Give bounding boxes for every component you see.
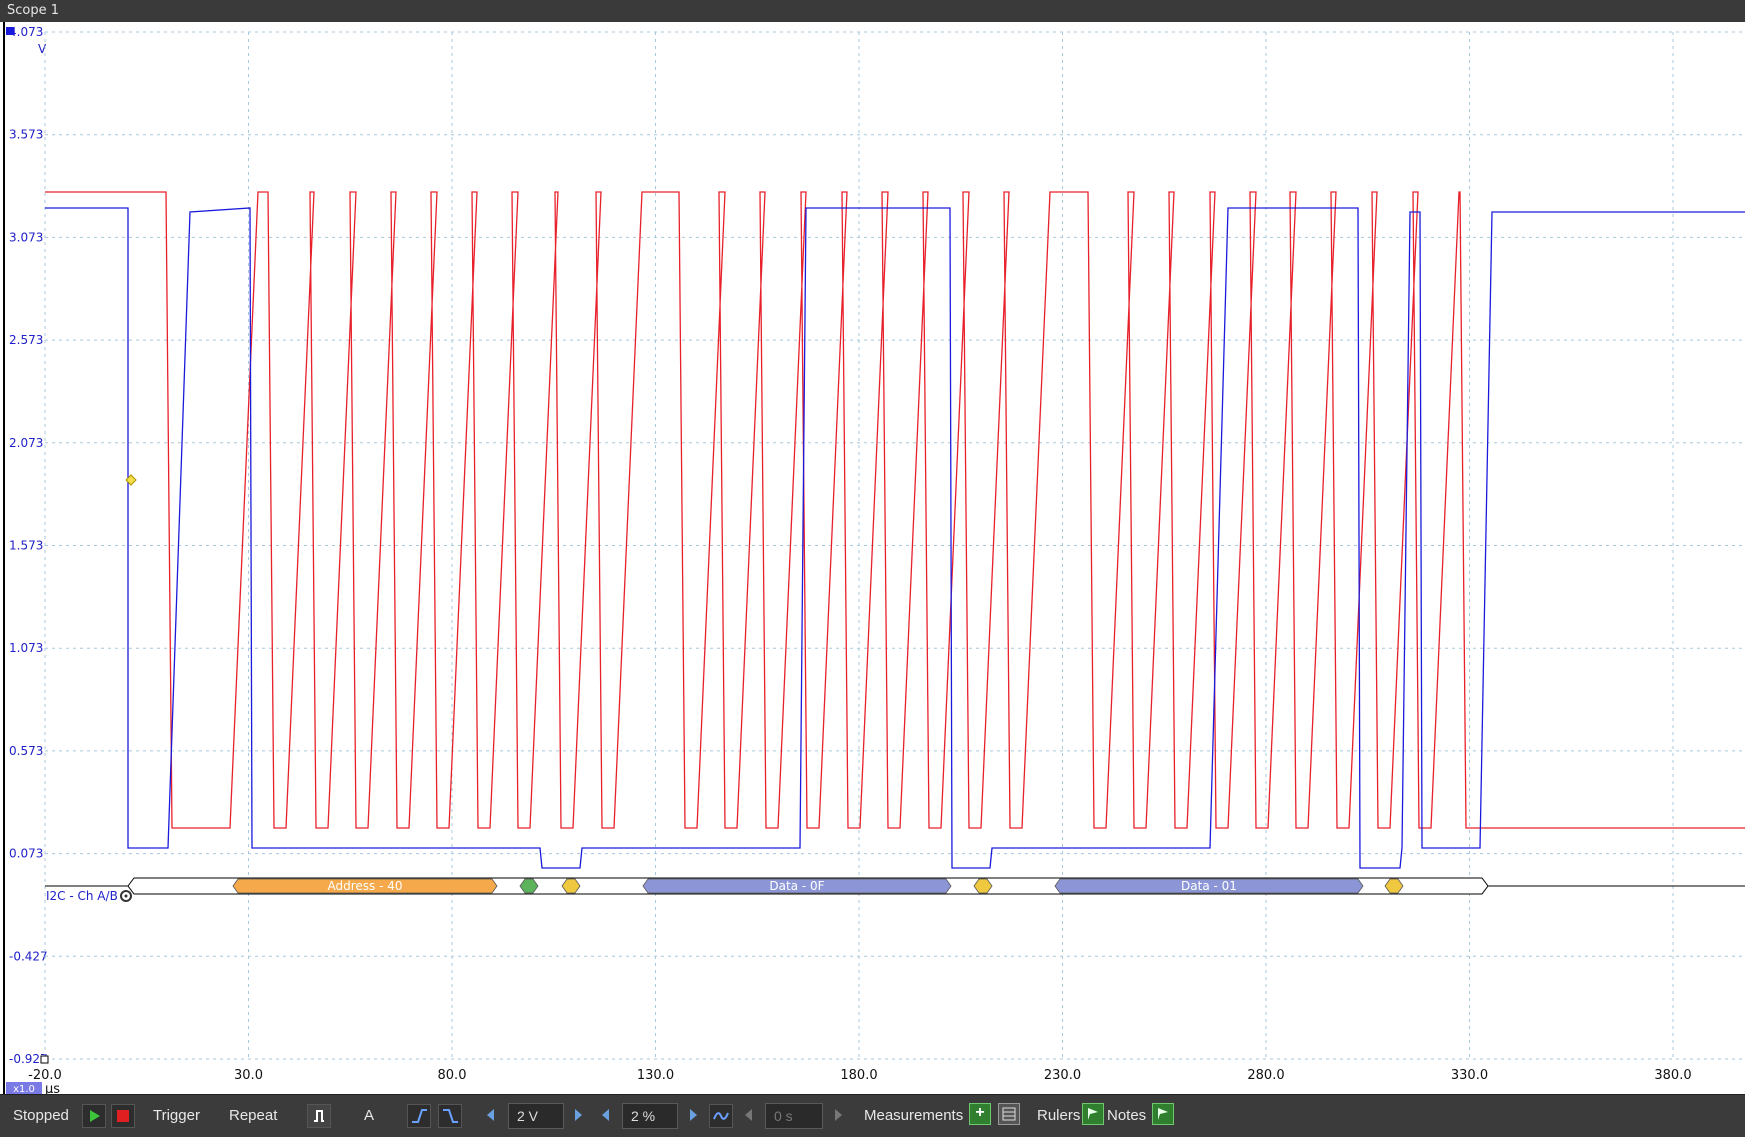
rulers-label: Rulers xyxy=(1037,1107,1081,1124)
x-tick-label: 330.0 xyxy=(1451,1068,1488,1083)
trigger-mode-dropdown[interactable]: Repeat xyxy=(229,1103,277,1129)
add-measurement-button[interactable]: + xyxy=(969,1103,991,1125)
measurements-label: Measurements xyxy=(864,1107,964,1124)
channel-axis-marker[interactable] xyxy=(6,27,14,35)
falling-edge-button[interactable] xyxy=(438,1104,462,1128)
x-tick-label: 180.0 xyxy=(840,1068,877,1083)
delay-increase-arrow-icon[interactable] xyxy=(835,1109,842,1121)
decoder-channel-label: I2C - Ch A/B xyxy=(46,889,118,903)
threshold-field[interactable]: 2 V xyxy=(508,1103,564,1129)
delay-field[interactable]: 0 s xyxy=(765,1103,823,1129)
stop-icon xyxy=(117,1110,129,1122)
trigger-settings-button[interactable] xyxy=(307,1104,331,1128)
trigger-channel-dropdown[interactable]: A xyxy=(364,1103,374,1129)
run-button[interactable] xyxy=(82,1104,106,1128)
pretrigger-increase-arrow-icon[interactable] xyxy=(690,1109,697,1121)
flag-icon xyxy=(1158,1108,1168,1120)
decoder-packet-label: Address - 40 xyxy=(327,879,402,893)
x-tick-label: 280.0 xyxy=(1247,1068,1284,1083)
measurements-table-button[interactable] xyxy=(998,1103,1020,1125)
y-tick-label: 2.073 xyxy=(9,436,43,450)
x-tick-label: 230.0 xyxy=(1044,1068,1081,1083)
threshold-decrease-arrow-icon[interactable] xyxy=(487,1109,494,1121)
flag-icon xyxy=(1088,1108,1098,1120)
y-tick-label: -0.427 xyxy=(9,949,48,963)
y-tick-label: 1.073 xyxy=(9,641,43,655)
decoder-packet-label: Data - 01 xyxy=(1181,879,1237,893)
bottom-toolbar: Stopped Trigger Repeat A 2 V 2 % 0 s Mea… xyxy=(0,1094,1745,1137)
axis-corner-marker xyxy=(40,1055,49,1064)
wave-icon xyxy=(713,1112,729,1120)
rising-edge-icon xyxy=(412,1109,427,1123)
y-tick-label: 4.073 xyxy=(9,25,43,39)
delay-mode-button[interactable] xyxy=(709,1104,733,1128)
window-titlebar: Scope 1 xyxy=(0,0,1745,22)
rising-edge-button[interactable] xyxy=(407,1104,431,1128)
status-label: Stopped xyxy=(13,1107,69,1124)
y-tick-label: 2.573 xyxy=(9,333,43,347)
y-tick-label: 0.073 xyxy=(9,847,43,861)
delay-decrease-arrow-icon[interactable] xyxy=(745,1109,752,1121)
y-tick-label: 0.573 xyxy=(9,744,43,758)
decoder-packet-label: Data - 0F xyxy=(769,879,824,893)
plus-icon: + xyxy=(975,1104,985,1121)
notes-button[interactable] xyxy=(1152,1103,1174,1125)
rulers-button[interactable] xyxy=(1082,1103,1104,1125)
scope-graph[interactable]: 4.073 3.573 3.073 2.573 2.073 1.573 1.073 0.573… xyxy=(0,22,1745,1094)
trigger-wave-icon xyxy=(314,1110,324,1122)
x-tick-label: 80.0 xyxy=(438,1068,467,1083)
x-tick-label: -20.0 xyxy=(28,1068,62,1083)
play-icon xyxy=(90,1110,100,1122)
gear-icon[interactable] xyxy=(120,890,132,902)
x-tick-label: 30.0 xyxy=(234,1068,263,1083)
falling-edge-icon xyxy=(443,1109,458,1123)
pretrigger-decrease-arrow-icon[interactable] xyxy=(602,1109,609,1121)
scope-plot-area[interactable]: 4.073 3.573 3.073 2.573 2.073 1.573 1.073 0.573… xyxy=(0,22,1745,1094)
y-tick-label: 1.573 xyxy=(9,539,43,553)
y-tick-label: 3.573 xyxy=(9,128,43,142)
trigger-label: Trigger xyxy=(153,1107,200,1124)
notes-label: Notes xyxy=(1107,1107,1147,1124)
y-unit-label: V xyxy=(38,42,47,56)
x-tick-label: 380.0 xyxy=(1654,1068,1691,1083)
window-title: Scope 1 xyxy=(7,3,60,18)
pretrigger-field[interactable]: 2 % xyxy=(622,1103,678,1129)
channel-b-trace[interactable] xyxy=(45,207,1745,869)
stop-button[interactable] xyxy=(111,1104,135,1128)
threshold-increase-arrow-icon[interactable] xyxy=(575,1109,582,1121)
table-icon xyxy=(1002,1107,1016,1121)
x-tick-label: 130.0 xyxy=(637,1068,674,1083)
zoom-badge-label: x1.0 xyxy=(13,1084,35,1094)
y-tick-label: 3.073 xyxy=(9,230,43,244)
x-unit-label: µs xyxy=(45,1082,60,1094)
